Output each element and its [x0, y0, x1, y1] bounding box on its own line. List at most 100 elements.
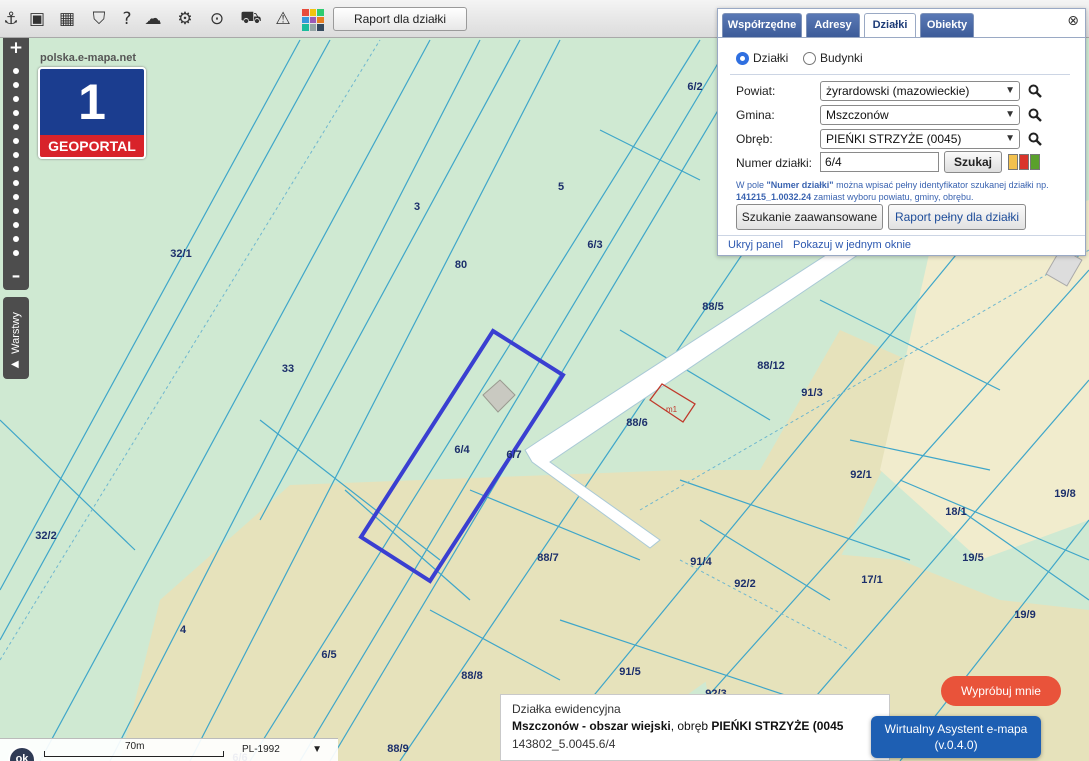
zoom-level-dot[interactable] [13, 96, 19, 102]
building-label: m1 [666, 405, 678, 414]
layers-tab[interactable]: Warstwy ◀ [3, 297, 29, 379]
parcel-label: 92/1 [850, 469, 871, 481]
assistant-title: Wirtualny Asystent e-mapa [884, 722, 1028, 736]
zoom-level-dot[interactable] [13, 250, 19, 256]
parcel-label: 18/1 [945, 506, 966, 518]
info-precinct-prefix: , obręb [670, 719, 712, 733]
powiat-select[interactable]: żyrardowski (mazowieckie) ▼ [820, 81, 1020, 101]
layers-icon[interactable]: ▦ [56, 8, 78, 30]
cart-icon[interactable]: ⛟ [240, 8, 262, 30]
zoom-slider[interactable]: + – [3, 38, 29, 290]
zoom-icon[interactable]: ⊙ [206, 8, 228, 30]
hide-panel-link[interactable]: Ukryj panel [728, 239, 783, 251]
zoom-level-dot[interactable] [13, 194, 19, 200]
hint-field: "Numer działki" [766, 180, 834, 190]
parcel-label: 88/12 [757, 360, 785, 372]
radio-parcels[interactable] [736, 52, 749, 65]
scale-bar [44, 751, 224, 757]
zoom-level-dot[interactable] [13, 82, 19, 88]
try-me-button[interactable]: Wypróbuj mnie [941, 676, 1061, 706]
gmina-value: Mszczonów [826, 108, 889, 122]
divider [730, 74, 1070, 75]
panel-footer: Ukryj panel Pokazuj w jednym oknie [718, 235, 1085, 255]
zoom-level-dot[interactable] [13, 208, 19, 214]
tab-objects[interactable]: Obiekty [920, 13, 974, 37]
zoom-level-dot[interactable] [13, 222, 19, 228]
search-panel: Współrzędne Adresy Działki Obiekty ⊗ Dzi… [717, 8, 1086, 256]
close-icon[interactable]: ⊗ [1067, 13, 1079, 29]
color-swatch-yellow[interactable] [1008, 154, 1018, 170]
zoom-in-button[interactable]: + [3, 38, 29, 58]
parcel-label: 19/9 [1014, 609, 1035, 621]
color-palette-icon[interactable] [302, 9, 324, 31]
crs-select[interactable]: PL-1992 ▼ [242, 742, 322, 758]
info-municipality: Mszczonów - obszar wiejski [512, 719, 671, 733]
parcel-label: 88/6 [626, 417, 647, 429]
info-location: Mszczonów - obszar wiejski, obręb PIEŃKI… [512, 719, 843, 733]
search-icon[interactable] [1028, 132, 1042, 146]
parcel-number-input[interactable] [820, 152, 939, 172]
zoom-level-dot[interactable] [13, 110, 19, 116]
parcel-number-label: Numer działki: [736, 156, 813, 170]
tab-addresses[interactable]: Adresy [806, 13, 860, 37]
search-hint: W pole "Numer działki" można wpisać pełn… [736, 179, 1072, 203]
logo-text: GEOPORTAL [40, 135, 144, 157]
radio-buildings[interactable] [803, 52, 816, 65]
powiat-label: Powiat: [736, 84, 776, 98]
help-icon[interactable]: ? [116, 8, 138, 30]
chevron-down-icon: ▼ [1005, 85, 1015, 96]
identify-icon[interactable]: ▣ [26, 8, 48, 30]
tab-coordinates[interactable]: Współrzędne [722, 13, 802, 37]
assistant-version: (v.0.4.0) [934, 738, 978, 752]
color-swatch-green[interactable] [1030, 154, 1040, 170]
parcel-label: 3 [414, 201, 420, 213]
info-heading: Działka ewidencyjna [512, 702, 621, 716]
search-button[interactable]: Szukaj [944, 151, 1002, 173]
layers-label: Warstwy [10, 312, 22, 354]
chevron-down-icon: ▼ [312, 744, 322, 755]
cloud-download-icon[interactable]: ☁ [142, 8, 164, 30]
gmina-label: Gmina: [736, 108, 775, 122]
tab-parcels[interactable]: Działki [864, 13, 916, 37]
zoom-level-dot[interactable] [13, 138, 19, 144]
zoom-level-dot[interactable] [13, 124, 19, 130]
virtual-assistant-button[interactable]: Wirtualny Asystent e-mapa (v.0.4.0) [871, 716, 1041, 758]
geoportal-logo[interactable]: 1 GEOPORTAL [38, 67, 146, 159]
hint-suffix: zamiast wyboru powiatu, gminy, obrębu. [811, 192, 974, 202]
hint-middle: można wpisać pełny identyfikator szukane… [833, 180, 1049, 190]
zoom-out-button[interactable]: – [3, 266, 29, 286]
parcel-label: 19/8 [1054, 488, 1075, 500]
zoom-level-dot[interactable] [13, 166, 19, 172]
powiat-value: żyrardowski (mazowieckie) [826, 84, 970, 98]
single-window-link[interactable]: Pokazuj w jednym oknie [793, 239, 911, 251]
zoom-level-dot[interactable] [13, 236, 19, 242]
info-precinct: PIEŃKI STRZYŻE (0045 [711, 719, 844, 733]
parcel-label: 88/7 [537, 552, 558, 564]
logo-number: 1 [40, 69, 144, 135]
zoom-level-dot[interactable] [13, 68, 19, 74]
site-name: polska.e-mapa.net [40, 52, 136, 64]
advanced-search-button[interactable]: Szukanie zaawansowane [736, 204, 883, 230]
parcel-label: 17/1 [861, 574, 882, 586]
parcel-label: 91/4 [690, 556, 712, 568]
parcel-report-button[interactable]: Raport dla działki [333, 7, 467, 31]
warning-icon[interactable]: ⚠ [272, 8, 294, 30]
parcel-label: 6/3 [587, 239, 602, 251]
color-swatch-red[interactable] [1019, 154, 1029, 170]
obreb-label: Obręb: [736, 132, 773, 146]
parcel-label: 32/1 [170, 248, 191, 260]
parcel-label: 91/5 [619, 666, 640, 678]
hand-icon[interactable]: ⚓ [0, 8, 22, 30]
obreb-select[interactable]: PIEŃKI STRZYŻE (0045) ▼ [820, 129, 1020, 149]
parcel-label: 80 [455, 259, 467, 271]
map-icon[interactable]: ⛉ [88, 8, 110, 30]
settings-icon[interactable]: ⚙ [174, 8, 196, 30]
gmina-select[interactable]: Mszczonów ▼ [820, 105, 1020, 125]
zoom-level-dot[interactable] [13, 180, 19, 186]
parcel-label: 88/5 [702, 301, 723, 313]
zoom-level-dot[interactable] [13, 152, 19, 158]
full-report-button[interactable]: Raport pełny dla działki [888, 204, 1026, 230]
search-icon[interactable] [1028, 84, 1042, 98]
search-icon[interactable] [1028, 108, 1042, 122]
parcel-label: 6/4 [454, 444, 470, 456]
